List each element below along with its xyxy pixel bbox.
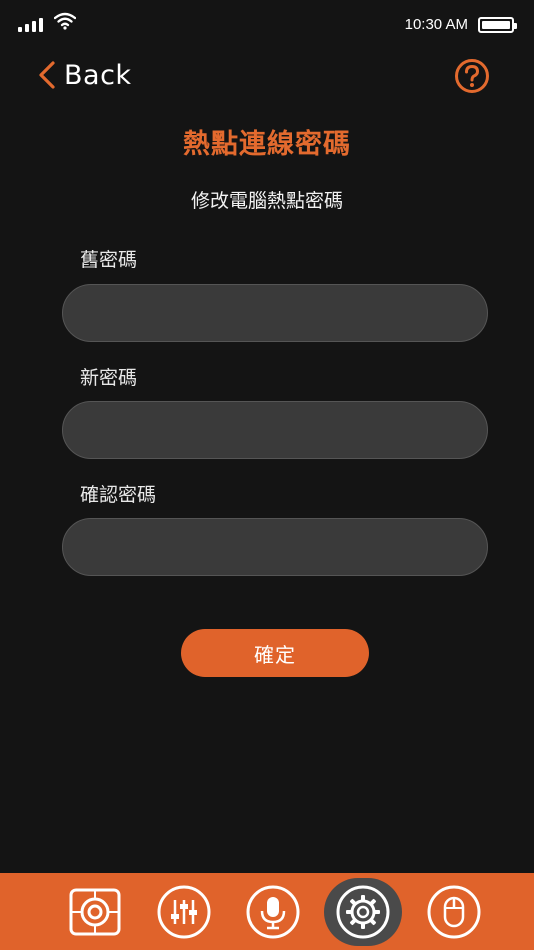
settings-gear-icon — [336, 885, 390, 939]
wifi-icon — [54, 12, 76, 30]
old-password-field-container — [62, 284, 488, 342]
new-password-label: 新密碼 — [80, 367, 138, 389]
help-icon[interactable] — [454, 58, 490, 94]
nav-bar: Back — [0, 55, 534, 99]
new-password-input[interactable] — [63, 402, 487, 458]
mouse-icon — [427, 885, 481, 939]
back-button[interactable]: Back — [36, 59, 132, 91]
tab-settings[interactable] — [324, 878, 402, 946]
tab-mouse[interactable] — [426, 884, 482, 940]
confirm-button[interactable]: 確定 — [181, 629, 369, 677]
chevron-left-icon — [39, 61, 55, 89]
back-label: Back — [64, 59, 132, 91]
touchpad-target-icon — [69, 888, 121, 936]
new-password-field-container — [62, 401, 488, 459]
old-password-label: 舊密碼 — [80, 249, 138, 271]
tab-voice[interactable] — [245, 884, 301, 940]
confirm-password-label: 確認密碼 — [80, 484, 157, 506]
status-bar: 10:30 AM — [0, 0, 534, 50]
cellular-signal-icon — [18, 18, 43, 32]
tab-equalizer[interactable] — [156, 884, 212, 940]
page-subtitle: 修改電腦熱點密碼 — [190, 190, 343, 212]
battery-icon — [478, 17, 517, 33]
status-time: 10:30 AM — [404, 16, 468, 33]
microphone-icon — [246, 885, 300, 939]
confirm-password-input[interactable] — [63, 519, 487, 575]
old-password-input[interactable] — [63, 285, 487, 341]
equalizer-sliders-icon — [157, 885, 211, 939]
tab-touchpad[interactable] — [67, 884, 123, 940]
bottom-tab-bar — [0, 873, 534, 950]
page-title: 熱點連線密碼 — [183, 129, 351, 160]
confirm-password-field-container — [62, 518, 488, 576]
